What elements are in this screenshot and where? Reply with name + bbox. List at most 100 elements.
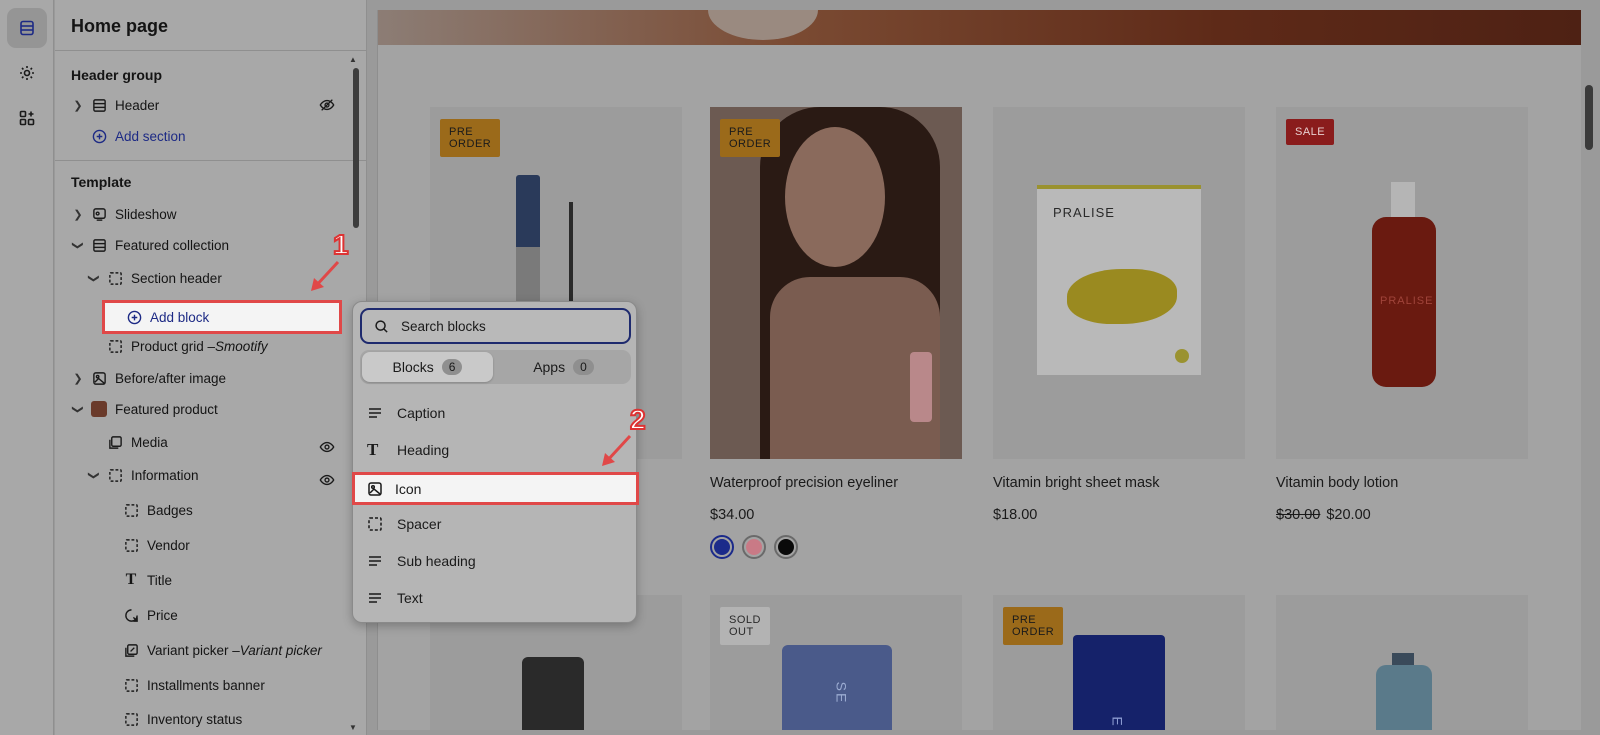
sidebar-item-label: Badges — [147, 502, 193, 518]
gear-icon[interactable] — [7, 53, 47, 93]
sidebar-item-variant-picker[interactable]: Variant picker – Variant picker — [123, 635, 322, 665]
block-option-heading[interactable]: T Heading — [367, 434, 449, 466]
tab-bar: Blocks 6 Apps 0 — [360, 350, 631, 384]
product-price: $18.00 — [993, 507, 1038, 523]
eye-icon[interactable] — [318, 438, 336, 456]
step-2-arrow-icon — [602, 434, 632, 466]
apps-icon[interactable] — [7, 98, 47, 138]
badge: SALE — [1286, 119, 1335, 145]
product-title[interactable]: Vitamin body lotion — [1276, 475, 1398, 491]
sidebar-item-product-grid[interactable]: Product grid – Smootify — [107, 331, 268, 361]
sidebar-item-featured-collection[interactable]: ❯ Featured collection — [71, 230, 230, 260]
block-option-icon[interactable]: Icon — [352, 472, 639, 505]
section-icon — [91, 97, 107, 113]
page-title: Home page — [71, 16, 169, 36]
text-t-icon: T — [125, 571, 137, 588]
block-icon — [123, 677, 139, 693]
preview-scrollbar[interactable] — [1585, 85, 1593, 150]
sidebar-item-label: Installments banner — [147, 677, 265, 693]
text-lines-icon — [367, 405, 385, 421]
sidebar-item-inventory[interactable]: Inventory status — [123, 704, 242, 734]
block-option-text[interactable]: Text — [367, 582, 423, 614]
block-option-spacer[interactable]: Spacer — [367, 508, 441, 540]
block-option-caption[interactable]: Caption — [367, 397, 445, 429]
sidebar-item-price[interactable]: Price — [123, 600, 178, 630]
tube-text: E — [1109, 716, 1126, 726]
add-section-label: Add section — [115, 128, 186, 144]
image-icon — [91, 370, 107, 386]
sidebar: Home page Header group ❯ Header Add sect… — [55, 0, 367, 735]
sidebar-item-label: Variant picker – — [147, 642, 240, 658]
product-price: $34.00 — [710, 507, 755, 523]
tab-count: 0 — [573, 359, 594, 375]
app-name: Variant picker — [239, 642, 322, 658]
slideshow-icon — [91, 206, 107, 222]
section-icon — [91, 237, 107, 253]
eye-slash-icon[interactable] — [318, 96, 336, 114]
block-option-label: Heading — [397, 442, 450, 458]
sidebar-item-badges[interactable]: Badges — [123, 495, 193, 525]
chevron-right-icon: ❯ — [73, 372, 83, 385]
block-icon — [107, 467, 123, 483]
sidebar-item-media[interactable]: Media — [107, 427, 168, 457]
add-section-button[interactable]: Add section — [91, 121, 186, 151]
sidebar-item-vendor[interactable]: Vendor — [123, 530, 190, 560]
product-title[interactable]: Waterproof precision eyeliner — [710, 475, 898, 491]
add-block-button[interactable]: Add block — [102, 300, 342, 334]
search-icon — [374, 319, 389, 334]
badge: PRE ORDER — [1003, 607, 1064, 645]
scroll-down-icon[interactable]: ▼ — [349, 723, 357, 732]
sidebar-item-label: Vendor — [147, 537, 190, 553]
chevron-down-icon: ❯ — [71, 404, 84, 414]
text-lines-icon — [367, 590, 385, 606]
product-image — [710, 107, 962, 459]
divider — [55, 160, 366, 161]
tab-apps[interactable]: Apps 0 — [498, 352, 629, 382]
sections-icon[interactable] — [7, 8, 47, 48]
left-rail — [0, 0, 54, 735]
product-image: PRALISE — [993, 107, 1245, 459]
block-option-label: Spacer — [397, 516, 442, 532]
block-icon — [107, 270, 123, 286]
sidebar-item-slideshow[interactable]: ❯ Slideshow — [71, 199, 176, 229]
block-option-label: Sub heading — [397, 553, 476, 569]
brand-label: PRALISE — [1053, 205, 1115, 220]
add-block-popover: Blocks 6 Apps 0 Caption T Heading Spacer… — [352, 301, 637, 623]
color-swatches — [710, 535, 798, 559]
price-tag-icon — [123, 607, 139, 623]
search-box[interactable] — [360, 308, 631, 344]
swatch-blue[interactable] — [710, 535, 734, 559]
sidebar-item-title[interactable]: T Title — [123, 565, 172, 595]
image-icon — [367, 481, 383, 497]
sidebar-item-featured-product[interactable]: ❯ Featured product — [71, 394, 218, 424]
sidebar-item-section-header[interactable]: ❯ Section header — [87, 263, 222, 293]
scroll-up-icon[interactable]: ▲ — [349, 55, 357, 64]
block-option-label: Icon — [395, 480, 422, 497]
header-group-title: Header group — [71, 67, 163, 83]
tube-text: SE — [833, 681, 850, 705]
sidebar-item-label: Before/after image — [115, 370, 227, 386]
product-title[interactable]: Vitamin bright sheet mask — [993, 475, 1160, 491]
sidebar-item-label: Header — [115, 97, 160, 113]
badge: PRE ORDER — [720, 119, 781, 157]
eye-icon[interactable] — [318, 471, 336, 489]
tab-label: Blocks — [392, 359, 434, 375]
block-icon — [123, 711, 139, 727]
block-option-sub-heading[interactable]: Sub heading — [367, 545, 476, 577]
hero-image — [378, 10, 1581, 45]
product-thumbnail-icon — [91, 401, 107, 417]
block-icon — [123, 537, 139, 553]
search-input[interactable] — [401, 318, 601, 334]
sidebar-scrollbar[interactable] — [353, 68, 359, 228]
sidebar-item-information[interactable]: ❯ Information — [87, 460, 199, 490]
sidebar-item-header[interactable]: ❯ Header — [71, 90, 159, 120]
plus-circle-icon — [127, 310, 142, 325]
swatch-pink[interactable] — [742, 535, 766, 559]
product-image: PRALISE — [1276, 107, 1528, 459]
sidebar-item-label: Media — [131, 434, 168, 450]
swatch-black[interactable] — [774, 535, 798, 559]
tab-blocks[interactable]: Blocks 6 — [362, 352, 493, 382]
block-icon — [367, 516, 385, 532]
sidebar-item-installments[interactable]: Installments banner — [123, 670, 265, 700]
sidebar-item-before-after[interactable]: ❯ Before/after image — [71, 363, 226, 393]
